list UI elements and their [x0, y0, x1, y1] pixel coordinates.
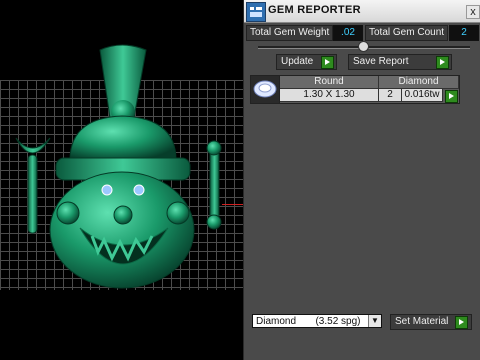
- green-arrow-icon[interactable]: [445, 90, 458, 103]
- panel-slider-thumb[interactable]: [358, 41, 369, 52]
- set-material-button-label: Set Material: [395, 316, 449, 327]
- panel-titlebar[interactable]: GEM REPORTER x: [244, 0, 480, 23]
- green-arrow-icon: [321, 56, 334, 69]
- green-arrow-icon: [455, 316, 468, 329]
- total-gem-count-value: 2: [449, 25, 479, 41]
- chevron-down-icon[interactable]: ▼: [368, 315, 381, 327]
- gem-list-area[interactable]: [250, 103, 458, 303]
- 3d-viewport[interactable]: [0, 0, 244, 360]
- round-gem-thumbnail-icon[interactable]: [251, 76, 280, 103]
- panel-title: GEM REPORTER: [268, 4, 361, 16]
- total-gem-weight-value: .02: [333, 25, 363, 41]
- total-gem-weight-label: Total Gem Weight: [246, 25, 334, 41]
- total-gem-count-label: Total Gem Count: [365, 25, 449, 41]
- gem-count-cell: 2: [379, 89, 402, 102]
- material-select-value: Diamond (3.52 spg): [256, 316, 361, 327]
- gem-weight-cell: 0.016tw: [402, 89, 443, 102]
- green-pendant-model: [15, 44, 222, 289]
- green-arrow-icon: [436, 56, 449, 69]
- shape-column-header: Round: [280, 76, 379, 89]
- update-button-label: Update: [281, 56, 314, 67]
- material-column-header: Diamond: [379, 76, 459, 89]
- gem-size-cell: 1.30 X 1.30: [280, 89, 379, 102]
- save-report-button[interactable]: Save Report: [348, 54, 452, 70]
- update-button[interactable]: Update: [276, 54, 337, 70]
- gem-reporter-panel: GEM REPORTER x Total Gem Weight .02 Tota…: [243, 0, 480, 360]
- close-icon[interactable]: x: [466, 5, 480, 19]
- gem-reporter-app-icon: [246, 2, 266, 22]
- gem-table: Round Diamond 1.30 X 1.30 2 0.016tw: [250, 75, 460, 104]
- save-report-button-label: Save Report: [353, 56, 409, 67]
- set-material-button[interactable]: Set Material: [390, 314, 472, 330]
- material-select[interactable]: Diamond (3.52 spg) ▼: [252, 314, 382, 328]
